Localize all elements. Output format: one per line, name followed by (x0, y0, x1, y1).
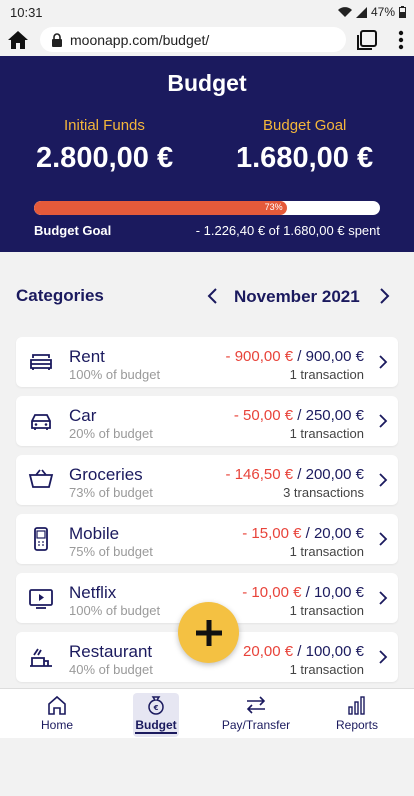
home-icon (48, 695, 66, 715)
budget-progress-percent: 73% (264, 202, 283, 212)
category-name: Mobile (69, 524, 120, 543)
status-time: 10:31 (10, 5, 43, 20)
signal-icon (355, 6, 367, 18)
lock-icon (52, 32, 62, 47)
category-transactions: 1 transaction (289, 367, 364, 382)
chevron-right-icon (379, 414, 388, 428)
mobile-icon (34, 527, 48, 551)
initial-funds-value: 2.800,00 € (36, 142, 174, 174)
bottom-navigation: Home € Budget Pay/Transfer Reports (0, 688, 414, 738)
category-amount: - 900,00 € / 900,00 € (226, 348, 364, 365)
nav-home-label: Home (40, 718, 73, 732)
category-spent: - 900,00 € (225, 348, 294, 365)
category-percent: 73% of budget (69, 485, 153, 500)
category-amount: - 50,00 € / 250,00 € (234, 407, 364, 424)
initial-funds-label: Initial Funds (64, 117, 145, 134)
budget-progress-bar: 73% (34, 201, 380, 215)
month-label: November 2021 (234, 287, 360, 306)
bar-chart-icon (348, 696, 365, 715)
category-name: Car (69, 406, 97, 425)
svg-text:€: € (153, 704, 159, 712)
restaurant-icon (30, 648, 52, 667)
nav-budget[interactable]: € Budget (133, 693, 179, 737)
category-amount: - 146,50 € / 200,00 € (226, 466, 364, 483)
add-button[interactable] (178, 602, 239, 663)
budget-header: Budget Initial Funds 2.800,00 € Budget G… (0, 56, 414, 252)
category-name: Rent (69, 347, 105, 366)
car-icon (31, 414, 51, 430)
money-bag-icon: € (148, 696, 164, 715)
category-name: Restaurant (69, 642, 153, 661)
category-spent: 20,00 € (243, 643, 294, 660)
category-percent: 20% of budget (69, 426, 153, 441)
category-transactions: 3 transactions (283, 485, 364, 500)
chevron-right-icon (379, 650, 388, 664)
chevron-right-icon[interactable] (377, 287, 391, 305)
category-transactions: 1 transaction (289, 426, 364, 441)
browser-toolbar: moonapp.com/budget/ (0, 24, 414, 56)
category-transactions: 1 transaction (289, 544, 364, 559)
category-total: / 10,00 € (301, 584, 364, 601)
wifi-icon (337, 6, 352, 17)
category-amount: - 10,00 € / 10,00 € (242, 584, 364, 601)
budget-goal-value: 1.680,00 € (236, 142, 374, 174)
chevron-right-icon (379, 473, 388, 487)
category-spent: - 50,00 € (233, 407, 294, 424)
category-total: / 200,00 € (293, 466, 364, 483)
tv-icon (29, 589, 53, 609)
more-menu-icon[interactable] (394, 28, 408, 52)
status-bar: 10:31 47% (0, 0, 414, 24)
category-percent: 100% of budget (69, 367, 161, 382)
goal-row-spent: - 1.226,40 € of 1.680,00 € spent (195, 223, 380, 238)
category-percent: 40% of budget (69, 662, 153, 677)
nav-pay-label: Pay/Transfer (221, 718, 291, 732)
category-card-car[interactable]: Car 20% of budget - 50,00 € / 250,00 € 1… (16, 396, 398, 446)
status-indicators: 47% (337, 5, 406, 19)
plus-icon (195, 619, 222, 646)
chevron-right-icon (379, 355, 388, 369)
chevron-right-icon (379, 532, 388, 546)
category-card-mobile[interactable]: Mobile 75% of budget - 15,00 € / 20,00 €… (16, 514, 398, 564)
basket-icon (28, 469, 54, 488)
category-card-groceries[interactable]: Groceries 73% of budget - 146,50 € / 200… (16, 455, 398, 505)
goal-row-label: Budget Goal (34, 223, 112, 238)
url-text: moonapp.com/budget/ (70, 31, 210, 48)
category-spent: - 146,50 € (225, 466, 294, 483)
categories-heading: Categories (16, 286, 104, 305)
budget-progress-fill: 73% (34, 201, 287, 215)
budget-goal-label: Budget Goal (263, 117, 347, 134)
category-total: / 100,00 € (293, 643, 364, 660)
chevron-right-icon (379, 591, 388, 605)
page-title: Budget (167, 70, 247, 96)
nav-reports[interactable]: Reports (312, 693, 402, 737)
category-amount: - 15,00 € / 20,00 € (242, 525, 364, 542)
category-total: / 900,00 € (293, 348, 364, 365)
nav-budget-label: Budget (135, 718, 177, 734)
sofa-icon (30, 354, 52, 370)
category-total: / 250,00 € (293, 407, 364, 424)
category-transactions: 1 transaction (289, 603, 364, 618)
category-percent: 75% of budget (69, 544, 153, 559)
nav-reports-label: Reports (335, 718, 379, 732)
tabs-icon[interactable] (356, 29, 378, 51)
nav-home[interactable]: Home (12, 693, 102, 737)
category-spent: - 10,00 € (242, 584, 302, 601)
category-card-rent[interactable]: Rent 100% of budget - 900,00 € / 900,00 … (16, 337, 398, 387)
category-transactions: 1 transaction (289, 662, 364, 677)
category-percent: 100% of budget (69, 603, 161, 618)
category-name: Netflix (69, 583, 117, 602)
category-total: / 20,00 € (301, 525, 364, 542)
browser-home-icon[interactable] (6, 28, 30, 52)
category-spent: - 15,00 € (242, 525, 302, 542)
category-amount: 20,00 € / 100,00 € (243, 643, 364, 660)
battery-icon (399, 6, 406, 18)
url-bar[interactable]: moonapp.com/budget/ (40, 27, 346, 52)
battery-level: 47% (370, 5, 395, 19)
category-name: Groceries (69, 465, 143, 484)
below-app-area (0, 739, 414, 796)
transfer-icon (246, 696, 266, 714)
nav-pay-transfer[interactable]: Pay/Transfer (211, 693, 301, 737)
chevron-left-icon[interactable] (206, 287, 220, 305)
